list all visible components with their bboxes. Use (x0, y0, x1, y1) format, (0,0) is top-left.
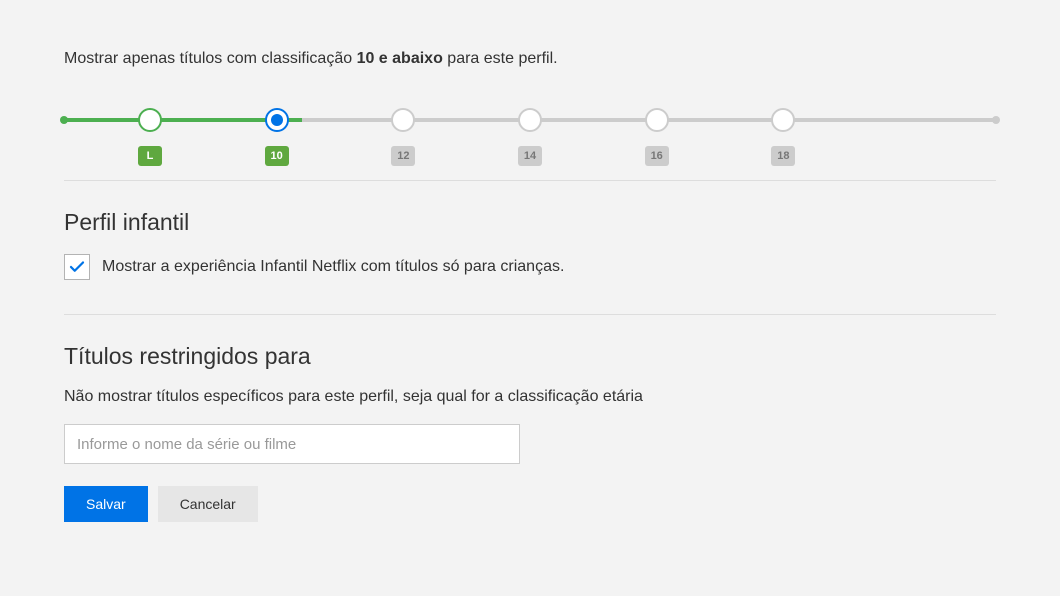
kids-profile-checkbox-label: Mostrar a experiência Infantil Netflix c… (102, 258, 564, 276)
maturity-description: Mostrar apenas títulos com classificação… (64, 50, 996, 68)
slider-node-12[interactable] (391, 108, 415, 132)
maturity-desc-suffix: para este perfil. (443, 50, 558, 67)
restricted-titles-input[interactable] (64, 424, 520, 464)
slider-label-16: 16 (645, 146, 669, 166)
slider-node-14[interactable] (518, 108, 542, 132)
maturity-desc-prefix: Mostrar apenas títulos com classificação (64, 50, 357, 67)
slider-label-12: 12 (391, 146, 415, 166)
cancel-button[interactable]: Cancelar (158, 486, 258, 522)
slider-node-18[interactable] (771, 108, 795, 132)
restricted-titles-description: Não mostrar títulos específicos para est… (64, 388, 996, 406)
divider (64, 314, 996, 315)
slider-label-14: 14 (518, 146, 542, 166)
slider-node-10[interactable] (265, 108, 289, 132)
slider-node-L[interactable] (138, 108, 162, 132)
slider-label-18: 18 (771, 146, 795, 166)
slider-label-L: L (138, 146, 162, 166)
slider-node-16[interactable] (645, 108, 669, 132)
check-icon (68, 258, 86, 276)
maturity-desc-bold: 10 e abaixo (357, 50, 443, 67)
restricted-titles-title: Títulos restringidos para (64, 343, 996, 370)
save-button[interactable]: Salvar (64, 486, 148, 522)
slider-label-10: 10 (265, 146, 289, 166)
divider (64, 180, 996, 181)
maturity-slider[interactable]: L 10 12 14 16 18 (64, 108, 996, 146)
kids-profile-title: Perfil infantil (64, 209, 996, 236)
kids-profile-checkbox[interactable] (64, 254, 90, 280)
